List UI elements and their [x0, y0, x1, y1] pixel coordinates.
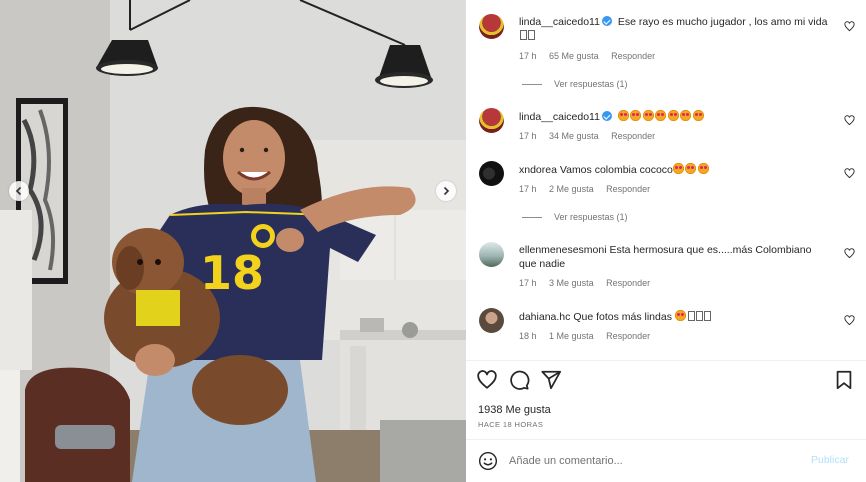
heart-eyes-emoji-icon [672, 163, 684, 174]
emoji-smile-icon[interactable] [478, 451, 498, 471]
view-replies-label: Ver respuestas (1) [554, 212, 628, 222]
avatar[interactable] [479, 161, 504, 186]
publish-button[interactable]: Publicar [811, 454, 849, 466]
reply-button[interactable]: Responder [606, 278, 650, 288]
like-comment-heart-icon[interactable] [844, 21, 855, 32]
heart-eyes-emoji-icon [655, 110, 667, 121]
verified-badge-icon [601, 16, 612, 26]
unsupported-glyph-icon [704, 311, 712, 321]
comment-text: Vamos colombia cococo [559, 164, 673, 176]
chevron-left-icon [15, 186, 22, 196]
like-heart-icon[interactable] [476, 369, 498, 391]
avatar[interactable] [479, 14, 504, 39]
like-comment-heart-icon[interactable] [844, 315, 855, 326]
heart-eyes-emoji-icon [674, 310, 686, 321]
view-replies-button[interactable]: Ver respuestas (1) [522, 79, 628, 89]
comment-input[interactable] [509, 452, 799, 470]
comment-time: 17 h [519, 278, 537, 288]
save-bookmark-icon[interactable] [833, 369, 855, 391]
next-photo-button[interactable] [436, 181, 456, 201]
comment-emojis [672, 163, 711, 176]
comment-composer: Publicar [466, 440, 866, 482]
photo-illustration [0, 0, 466, 482]
reply-button[interactable]: Responder [606, 331, 650, 341]
heart-eyes-emoji-icon [692, 110, 704, 121]
like-comment-heart-icon[interactable] [844, 248, 855, 259]
comment-time: 17 h [519, 184, 537, 194]
heart-eyes-emoji-icon [697, 163, 709, 174]
unsupported-glyph-icon [696, 311, 704, 321]
likes-count[interactable]: 1938 Me gusta [478, 404, 551, 416]
verified-badge-icon [601, 111, 612, 121]
heart-eyes-emoji-icon [680, 110, 692, 121]
heart-eyes-emoji-icon [642, 110, 654, 121]
reply-button[interactable]: Responder [611, 51, 655, 61]
comment-likes[interactable]: 34 Me gusta [549, 131, 599, 141]
share-paper-plane-icon[interactable] [540, 369, 562, 391]
heart-eyes-emoji-icon [685, 163, 697, 174]
view-replies-button[interactable]: Ver respuestas (1) [522, 212, 628, 222]
reply-button[interactable]: Responder [611, 131, 655, 141]
post-actions [466, 369, 866, 393]
comment-time: 17 h [519, 131, 537, 141]
previous-photo-button[interactable] [9, 181, 29, 201]
replies-line [522, 84, 542, 86]
unsupported-glyph-icon [520, 30, 527, 40]
unsupported-glyph-icon [528, 30, 535, 40]
post-time[interactable]: HACE 18 HORAS [478, 420, 543, 429]
comment-likes[interactable]: 65 Me gusta [549, 51, 599, 61]
heart-eyes-emoji-icon [630, 110, 642, 121]
comment-username[interactable]: ellenmenesesmoni [519, 244, 607, 256]
comment-username[interactable]: linda__caicedo11 [519, 16, 600, 28]
like-comment-heart-icon[interactable] [844, 115, 855, 126]
comment-likes[interactable]: 1 Me gusta [549, 331, 594, 341]
comment-emojis [617, 110, 706, 123]
chevron-right-icon [443, 186, 450, 196]
avatar[interactable] [479, 308, 504, 333]
comment-likes[interactable]: 3 Me gusta [549, 278, 594, 288]
comment-likes[interactable]: 2 Me gusta [549, 184, 594, 194]
comment-bubble-icon[interactable] [508, 369, 530, 391]
view-replies-label: Ver respuestas (1) [554, 79, 628, 89]
heart-eyes-emoji-icon [667, 110, 679, 121]
comment-text: Ese rayo es mucho jugador , los amo mi v… [617, 16, 828, 28]
comment-username[interactable]: xndorea [519, 164, 557, 176]
unsupported-glyph-icon [688, 311, 696, 321]
reply-button[interactable]: Responder [606, 184, 650, 194]
comment-time: 18 h [519, 331, 537, 341]
jersey-number: 18 [200, 246, 265, 300]
like-comment-heart-icon[interactable] [844, 168, 855, 179]
avatar[interactable] [479, 108, 504, 133]
replies-line [522, 217, 542, 219]
comments-list: linda__caicedo11 Ese rayo es mucho jugad… [466, 0, 866, 360]
post-photo[interactable]: 18 [0, 0, 466, 482]
heart-eyes-emoji-icon [617, 110, 629, 121]
comment-time: 17 h [519, 51, 537, 61]
divider [466, 360, 866, 361]
post-side-panel: linda__caicedo11 Ese rayo es mucho jugad… [466, 0, 866, 482]
avatar[interactable] [479, 242, 504, 267]
comment-text: Que fotos más lindas [573, 311, 672, 323]
comment-username[interactable]: linda__caicedo11 [519, 111, 600, 123]
comment-username[interactable]: dahiana.hc [519, 311, 570, 323]
